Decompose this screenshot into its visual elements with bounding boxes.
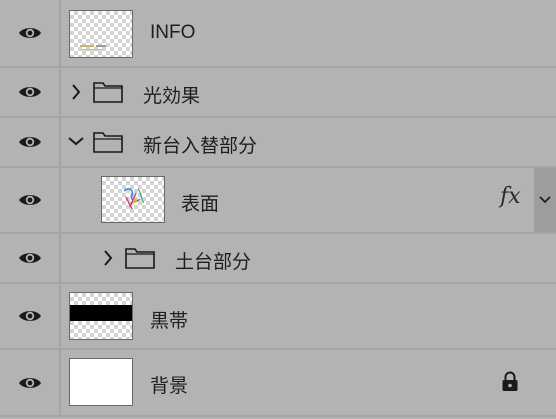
chevron-right-icon[interactable] [70, 83, 82, 101]
visibility-toggle[interactable] [0, 168, 61, 232]
layer-row-background[interactable]: 背景 [0, 350, 556, 417]
thumbnail-art [123, 188, 145, 210]
eye-icon [18, 377, 41, 388]
layers-panel: INFO 光効果 新台入替部分 表面 fx 土台部分 黒帯 背景 [0, 0, 556, 419]
lock-icon[interactable] [501, 371, 519, 393]
layer-thumbnail[interactable] [69, 10, 133, 58]
visibility-toggle[interactable] [0, 284, 61, 348]
layer-row-group[interactable]: 新台入替部分 [0, 118, 556, 168]
layer-row-kuroobi[interactable]: 黒帯 [0, 284, 556, 350]
layer-thumbnail[interactable] [69, 292, 133, 340]
eye-icon [18, 311, 41, 321]
chevron-down-icon [539, 196, 551, 204]
visibility-toggle[interactable] [0, 68, 61, 116]
layer-row-hyomen[interactable]: 表面 fx [0, 168, 556, 234]
layer-row-group[interactable]: 光効果 [0, 68, 556, 118]
eye-icon [18, 195, 41, 205]
visibility-toggle[interactable] [0, 0, 61, 66]
visibility-toggle[interactable] [0, 350, 61, 415]
layer-name: 光効果 [143, 86, 201, 107]
folder-icon [93, 82, 123, 103]
layer-name: 黒帯 [150, 311, 189, 332]
chevron-right-icon[interactable] [102, 249, 114, 267]
eye-icon [18, 137, 41, 147]
effects-toggle-button[interactable] [534, 168, 556, 232]
layer-thumbnail[interactable] [101, 176, 165, 223]
layer-name: 新台入替部分 [143, 136, 258, 157]
thumbnail-art [80, 45, 106, 51]
folder-icon [125, 248, 155, 269]
fx-badge[interactable]: fx [500, 184, 521, 209]
visibility-toggle[interactable] [0, 234, 61, 282]
layer-name: INFO [150, 22, 196, 43]
layer-name: 背景 [150, 376, 189, 397]
layer-name: 表面 [181, 194, 220, 215]
folder-icon [93, 132, 123, 153]
layer-name: 土台部分 [175, 252, 252, 273]
chevron-down-icon[interactable] [67, 135, 85, 147]
layer-effects[interactable]: fx [496, 168, 556, 232]
visibility-toggle[interactable] [0, 118, 61, 166]
layer-row-info[interactable]: INFO [0, 0, 556, 68]
layer-thumbnail[interactable] [69, 358, 133, 406]
eye-icon [18, 253, 41, 263]
layer-row-group[interactable]: 土台部分 [0, 234, 556, 284]
eye-icon [18, 87, 41, 97]
black-band-art [70, 305, 132, 321]
eye-icon [18, 28, 41, 38]
